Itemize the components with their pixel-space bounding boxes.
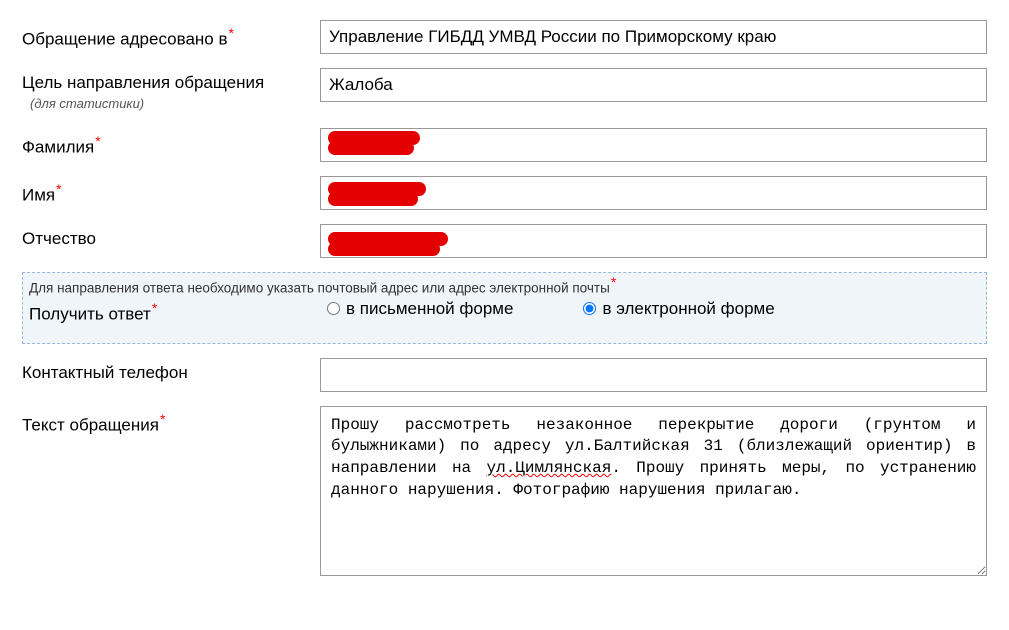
radio-electronic-label: в электронной форме — [602, 299, 774, 319]
row-message: Текст обращения* Прошу рассмотреть незак… — [22, 406, 987, 576]
label-response: Получить ответ* — [29, 295, 327, 325]
redaction-mark — [328, 141, 414, 155]
input-purpose[interactable] — [320, 68, 987, 102]
redaction-mark — [328, 192, 418, 206]
radio-electronic-input[interactable] — [583, 302, 596, 315]
label-firstname: Имя* — [22, 176, 320, 206]
radio-written-label: в письменной форме — [346, 299, 513, 319]
label-middlename: Отчество — [22, 224, 320, 249]
row-lastname: Фамилия* — [22, 128, 987, 162]
legend-response: Для направления ответа необходимо указат… — [27, 272, 618, 298]
row-middlename: Отчество — [22, 224, 987, 258]
row-firstname: Имя* — [22, 176, 987, 210]
label-phone: Контактный телефон — [22, 358, 320, 383]
input-lastname[interactable] — [320, 128, 987, 162]
radio-group-response: в письменной форме в электронной форме — [327, 295, 986, 319]
label-purpose: Цель направления обращения (для статисти… — [22, 68, 320, 114]
textarea-message[interactable]: Прошу рассмотреть незаконное перекрытие … — [320, 406, 987, 576]
row-purpose: Цель направления обращения (для статисти… — [22, 68, 987, 114]
radio-electronic[interactable]: в электронной форме — [583, 299, 774, 319]
radio-written-input[interactable] — [327, 302, 340, 315]
label-message: Текст обращения* — [22, 406, 320, 436]
appeal-form: Обращение адресовано в* Цель направления… — [0, 0, 1009, 576]
input-phone[interactable] — [320, 358, 987, 392]
label-lastname: Фамилия* — [22, 128, 320, 158]
redaction-mark — [328, 242, 440, 256]
label-recipient: Обращение адресовано в* — [22, 20, 320, 50]
radio-written[interactable]: в письменной форме — [327, 299, 513, 319]
fieldset-response: Для направления ответа необходимо указат… — [22, 272, 987, 344]
row-recipient: Обращение адресовано в* — [22, 20, 987, 54]
input-recipient[interactable] — [320, 20, 987, 54]
row-phone: Контактный телефон — [22, 358, 987, 392]
